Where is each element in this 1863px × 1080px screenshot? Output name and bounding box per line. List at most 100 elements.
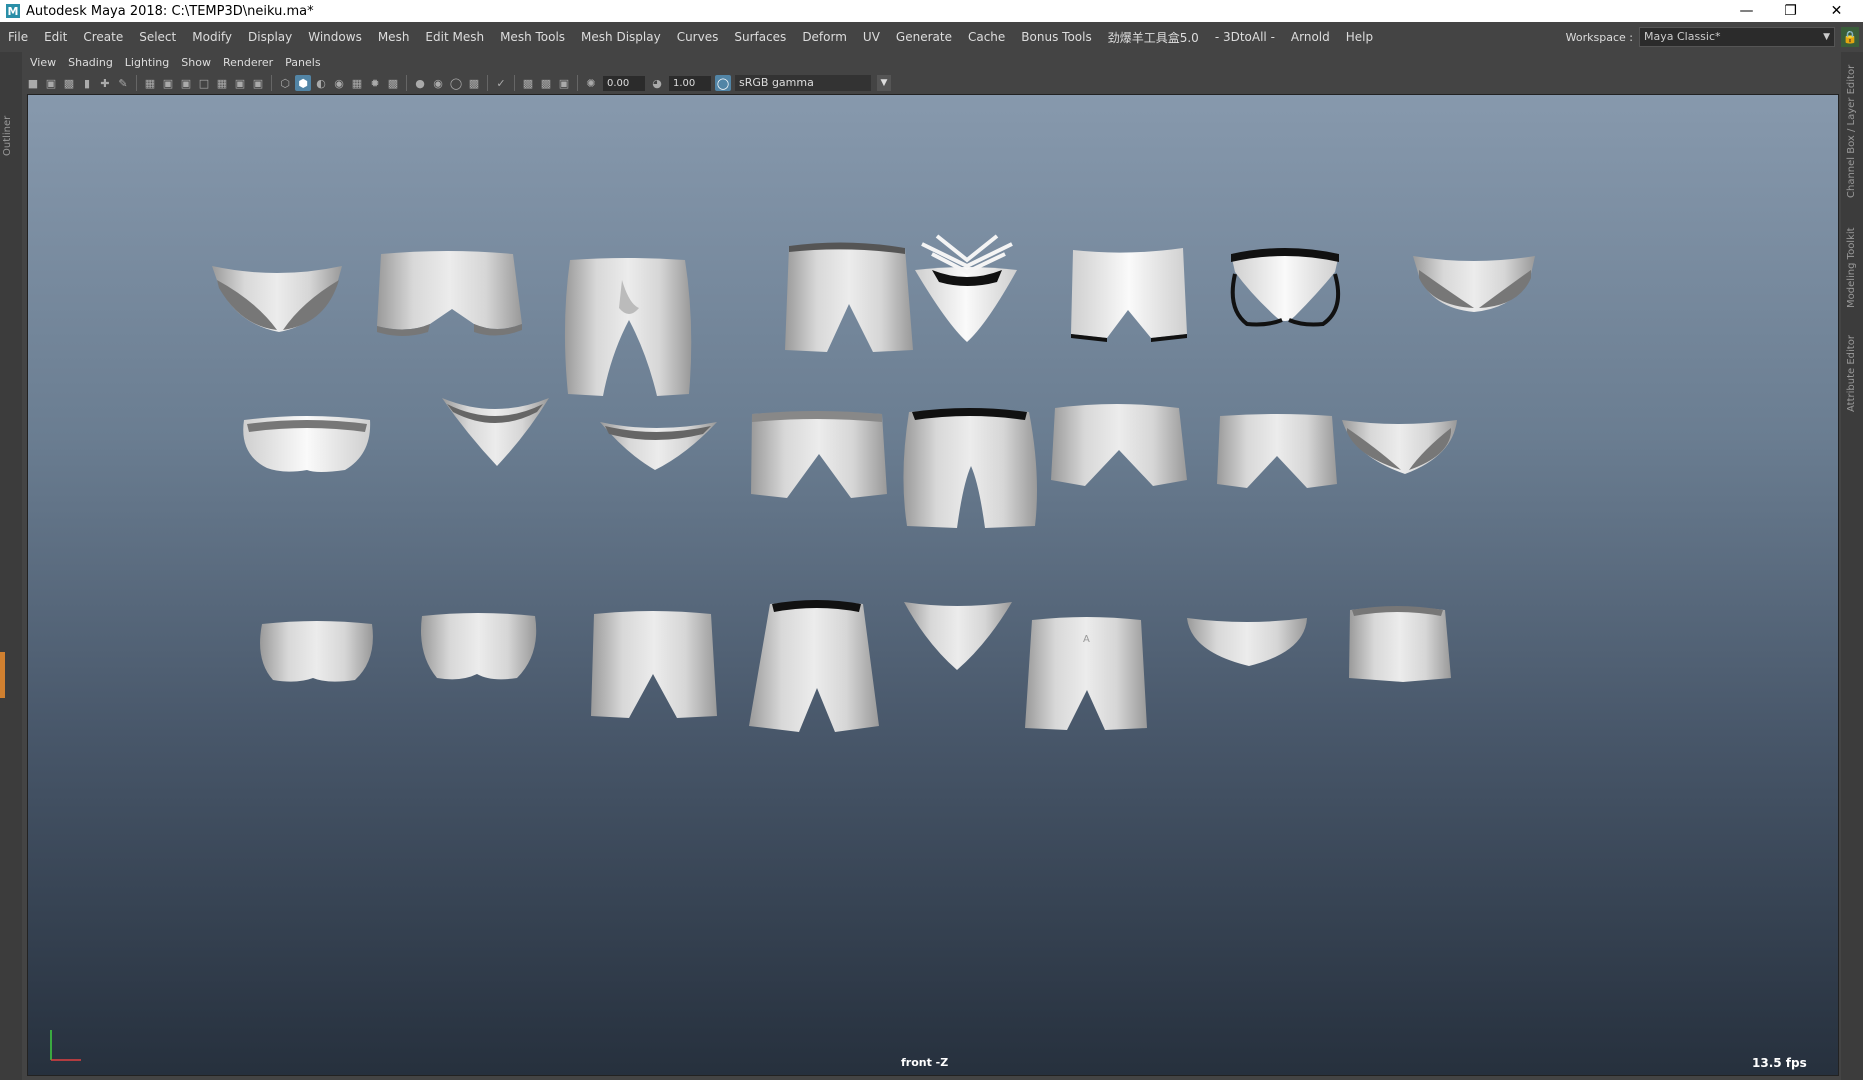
mesh-thong-1[interactable] xyxy=(442,398,549,466)
mesh-brief-7[interactable] xyxy=(1187,618,1307,666)
menu-item-6[interactable]: Windows xyxy=(300,30,370,44)
panel-menu-show[interactable]: Show xyxy=(175,56,217,69)
menu-item-4[interactable]: Modify xyxy=(184,30,240,44)
screen-space-ao-icon[interactable]: ▩ xyxy=(385,75,401,91)
attribute-editor-tab[interactable]: Attribute Editor xyxy=(1846,335,1857,412)
mesh-boxer-1[interactable] xyxy=(785,242,913,352)
mesh-trunk-2[interactable] xyxy=(751,411,887,498)
use-all-lights-icon[interactable]: ▦ xyxy=(349,75,365,91)
menu-item-19[interactable]: - 3DtoAll - xyxy=(1207,30,1283,44)
menu-item-13[interactable]: Deform xyxy=(794,30,855,44)
restore-icon[interactable]: ❐ xyxy=(1768,0,1813,22)
mesh-long-short-1[interactable] xyxy=(564,258,692,396)
menu-item-7[interactable]: Mesh xyxy=(370,30,418,44)
menu-item-16[interactable]: Cache xyxy=(960,30,1013,44)
gamma-field[interactable]: 1.00 xyxy=(669,75,711,91)
outliner-tab[interactable]: Outliner xyxy=(2,116,13,156)
menu-item-12[interactable]: Surfaces xyxy=(726,30,794,44)
wireframe-on-shaded-icon[interactable]: ◐ xyxy=(313,75,329,91)
mesh-thong-2[interactable] xyxy=(600,422,717,470)
motion-blur-icon[interactable]: ● xyxy=(412,75,428,91)
camera-attributes-icon[interactable]: ▣ xyxy=(43,75,59,91)
bookmark-icon[interactable]: ▩ xyxy=(61,75,77,91)
grid-icon[interactable]: ▦ xyxy=(142,75,158,91)
menu-item-5[interactable]: Display xyxy=(240,30,300,44)
menu-item-0[interactable]: File xyxy=(0,30,36,44)
channel-box-tab[interactable]: Channel Box / Layer Editor xyxy=(1846,65,1857,198)
menu-item-1[interactable]: Edit xyxy=(36,30,75,44)
menu-item-20[interactable]: Arnold xyxy=(1283,30,1338,44)
safe-title-icon[interactable]: ▣ xyxy=(250,75,266,91)
menu-item-15[interactable]: Generate xyxy=(888,30,960,44)
color-space-dropdown[interactable]: sRGB gamma ▼ xyxy=(735,75,891,91)
color-space-value: sRGB gamma xyxy=(739,76,814,89)
2d-pan-zoom-icon[interactable]: ✚ xyxy=(97,75,113,91)
mesh-jockstrap[interactable] xyxy=(1230,248,1340,327)
mesh-boxer-3[interactable]: A xyxy=(1025,617,1147,730)
menu-item-10[interactable]: Mesh Display xyxy=(573,30,669,44)
mesh-trunk-4[interactable] xyxy=(1217,414,1337,488)
mesh-brief-6[interactable] xyxy=(421,613,537,680)
xray-components-icon[interactable]: ▩ xyxy=(538,75,554,91)
panel-menu-panels[interactable]: Panels xyxy=(279,56,326,69)
menu-item-8[interactable]: Edit Mesh xyxy=(417,30,492,44)
close-icon[interactable]: ✕ xyxy=(1814,0,1859,22)
menu-item-14[interactable]: UV xyxy=(855,30,888,44)
mesh-string-thong[interactable] xyxy=(915,234,1017,342)
mesh-boxer-white[interactable] xyxy=(1071,248,1187,342)
exposure-icon[interactable]: ✺ xyxy=(583,75,599,91)
mesh-brief-1[interactable] xyxy=(212,266,342,332)
mesh-boxer-2[interactable] xyxy=(591,611,717,718)
menu-item-21[interactable]: Help xyxy=(1338,30,1381,44)
resolution-gate-icon[interactable]: ▣ xyxy=(178,75,194,91)
field-chart-icon[interactable]: ▦ xyxy=(214,75,230,91)
image-plane-icon[interactable]: ▮ xyxy=(79,75,95,91)
mesh-thong-3[interactable] xyxy=(904,602,1012,670)
view-transform-icon[interactable]: ◯ xyxy=(715,75,731,91)
smooth-shade-icon[interactable]: ⬢ xyxy=(295,75,311,91)
mesh-brief-5[interactable] xyxy=(260,621,373,682)
menu-item-11[interactable]: Curves xyxy=(669,30,727,44)
mesh-brief-4[interactable] xyxy=(1342,420,1457,474)
toolbar-separator xyxy=(406,75,407,91)
select-camera-icon[interactable]: ■ xyxy=(25,75,41,91)
textured-icon[interactable]: ◉ xyxy=(331,75,347,91)
3d-viewport[interactable]: A front -Z 13.5 fps xyxy=(27,94,1839,1076)
menu-item-17[interactable]: Bonus Tools xyxy=(1013,30,1099,44)
xray-icon[interactable]: ✓ xyxy=(493,75,509,91)
isolate-select-icon[interactable]: ▩ xyxy=(466,75,482,91)
grease-pencil-icon[interactable]: ✎ xyxy=(115,75,131,91)
menu-item-18[interactable]: 劲爆羊工具盒5.0 xyxy=(1100,29,1207,46)
lock-icon[interactable]: 🔒 xyxy=(1841,27,1859,47)
workspace-dropdown[interactable]: Maya Classic* ▼ xyxy=(1639,27,1835,47)
left-panel-strip: Outliner xyxy=(0,52,22,1080)
gate-mask-icon[interactable]: □ xyxy=(196,75,212,91)
wireframe-icon[interactable]: ⬡ xyxy=(277,75,293,91)
panel-menu-renderer[interactable]: Renderer xyxy=(217,56,279,69)
mesh-trunk-5[interactable] xyxy=(1349,606,1451,682)
mesh-brief-3[interactable] xyxy=(243,416,371,472)
film-gate-icon[interactable]: ▣ xyxy=(160,75,176,91)
gamma-icon[interactable]: ◕ xyxy=(649,75,665,91)
menu-item-2[interactable]: Create xyxy=(75,30,131,44)
mesh-long-short-2[interactable] xyxy=(903,408,1037,528)
depth-of-field-icon[interactable]: ◯ xyxy=(448,75,464,91)
mesh-board-short[interactable] xyxy=(749,600,879,732)
multisample-aa-icon[interactable]: ◉ xyxy=(430,75,446,91)
xray-joints-icon[interactable]: ▩ xyxy=(520,75,536,91)
safe-action-icon[interactable]: ▣ xyxy=(232,75,248,91)
mesh-trunk-1[interactable] xyxy=(377,251,522,336)
mesh-brief-2[interactable] xyxy=(1413,256,1535,312)
panel-menu-view[interactable]: View xyxy=(24,56,62,69)
workspace-label: Workspace : xyxy=(1565,30,1633,44)
minimize-icon[interactable]: — xyxy=(1724,0,1769,22)
menu-item-9[interactable]: Mesh Tools xyxy=(492,30,573,44)
shadows-icon[interactable]: ✹ xyxy=(367,75,383,91)
panel-menu-lighting[interactable]: Lighting xyxy=(119,56,175,69)
mesh-trunk-3[interactable] xyxy=(1051,404,1187,486)
backface-culling-icon[interactable]: ▣ xyxy=(556,75,572,91)
menu-item-3[interactable]: Select xyxy=(131,30,184,44)
panel-menu-shading[interactable]: Shading xyxy=(62,56,119,69)
exposure-field[interactable]: 0.00 xyxy=(603,75,645,91)
modeling-toolkit-tab[interactable]: Modeling Toolkit xyxy=(1846,227,1857,308)
